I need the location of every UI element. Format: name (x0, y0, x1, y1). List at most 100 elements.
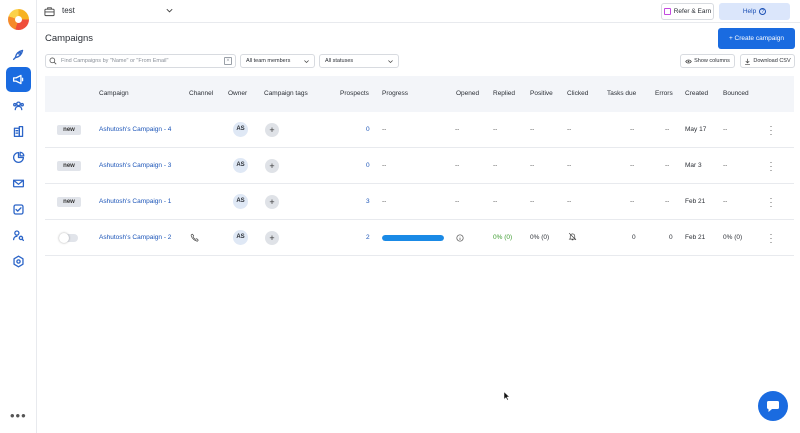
progress-value: -- (382, 126, 387, 133)
col-clicked[interactable]: Clicked (567, 90, 588, 97)
chat-icon (767, 400, 779, 412)
show-columns-button[interactable]: Show columns (680, 54, 735, 68)
bounced-value: 0% (0) (723, 234, 743, 241)
tasks-due-value: 0 (632, 234, 636, 241)
opened-value: -- (455, 126, 460, 133)
help-circle-icon: ? (759, 8, 767, 15)
bounced-value: -- (723, 162, 728, 169)
col-owner[interactable]: Owner (228, 90, 247, 97)
table-row[interactable]: new Ashutosh's Campaign - 1 AS + 3 -- --… (45, 184, 794, 220)
progress-value: -- (382, 198, 387, 205)
errors-value: -- (665, 126, 670, 133)
col-campaign-tags[interactable]: Campaign tags (264, 90, 308, 97)
add-tag-button[interactable]: + (265, 195, 279, 209)
status-badge: new (57, 125, 81, 135)
eye-icon (685, 59, 692, 63)
positive-value: -- (530, 126, 535, 133)
col-prospects[interactable]: Prospects (340, 90, 369, 97)
chat-button[interactable] (758, 391, 788, 421)
errors-value: -- (665, 162, 670, 169)
download-csv-button[interactable]: Download CSV (740, 54, 795, 68)
table-row[interactable]: new Ashutosh's Campaign - 3 AS + 0 -- --… (45, 148, 794, 184)
campaign-name-link[interactable]: Ashutosh's Campaign - 3 (99, 162, 171, 169)
megaphone-icon[interactable] (6, 67, 31, 92)
col-channel[interactable]: Channel (189, 90, 213, 97)
prospects-count[interactable]: 3 (366, 198, 370, 205)
campaign-name-link[interactable]: Ashutosh's Campaign - 2 (99, 234, 171, 241)
search-icon (49, 57, 57, 65)
col-tasks-due[interactable]: Tasks due (607, 90, 636, 97)
statuses-dropdown[interactable]: All statuses (319, 54, 399, 68)
kebab-icon[interactable]: · · · (769, 194, 773, 211)
col-positive[interactable]: Positive (530, 90, 553, 97)
checkbox-icon[interactable] (6, 197, 31, 222)
pie-chart-icon[interactable] (6, 145, 31, 170)
errors-value: -- (665, 198, 670, 205)
building-icon[interactable] (6, 119, 31, 144)
more-icon[interactable]: ••• (10, 408, 27, 423)
search-input[interactable]: Find Campaigns by "Name" or "From Email"… (45, 54, 236, 68)
col-bounced[interactable]: Bounced (723, 90, 749, 97)
add-tag-button[interactable]: + (265, 159, 279, 173)
prospects-count[interactable]: 0 (366, 162, 370, 169)
campaign-toggle[interactable] (59, 233, 78, 243)
rocket-icon[interactable] (6, 42, 31, 67)
mail-icon[interactable] (6, 171, 31, 196)
positive-value: 0% (0) (530, 234, 550, 241)
campaign-name-link[interactable]: Ashutosh's Campaign - 1 (99, 198, 171, 205)
col-opened[interactable]: Opened (456, 90, 479, 97)
clicked-value: -- (567, 198, 572, 205)
kebab-icon[interactable]: · · · (769, 158, 773, 175)
status-badge: new (57, 197, 81, 207)
gift-icon (663, 8, 671, 15)
campaign-name-link[interactable]: Ashutosh's Campaign - 4 (99, 126, 171, 133)
progress-fill (382, 235, 444, 241)
tasks-due-value: -- (630, 162, 635, 169)
refer-earn-button[interactable]: Refer & Earn (661, 3, 714, 20)
kebab-icon[interactable]: · · · (769, 122, 773, 139)
chevron-down-icon (304, 60, 309, 64)
sidebar: ••• (0, 0, 37, 433)
col-replied[interactable]: Replied (493, 90, 515, 97)
table-row[interactable]: Ashutosh's Campaign - 2 AS + 2 0% (0) 0%… (45, 220, 794, 256)
progress-value: -- (382, 162, 387, 169)
avatar: AS (233, 230, 248, 245)
col-campaign[interactable]: Campaign (99, 90, 129, 97)
col-errors[interactable]: Errors (655, 90, 673, 97)
add-tag-button[interactable]: + (265, 123, 279, 137)
briefcase-icon (44, 7, 55, 17)
chevron-down-icon[interactable] (165, 6, 174, 15)
bounced-value: -- (723, 198, 728, 205)
search-placeholder: Find Campaigns by "Name" or "From Email" (61, 57, 169, 64)
kebab-icon[interactable]: · · · (769, 230, 773, 247)
created-date: Feb 21 (685, 198, 706, 205)
logo[interactable] (8, 9, 29, 30)
help-button[interactable]: Help ? (719, 3, 790, 20)
col-progress[interactable]: Progress (382, 90, 408, 97)
replied-value: 0% (0) (493, 234, 513, 241)
create-campaign-button[interactable]: + Create campaign (718, 28, 795, 49)
workspace-name[interactable]: test (62, 6, 75, 15)
settings-hexagon-icon[interactable] (6, 249, 31, 274)
user-search-icon[interactable] (6, 223, 31, 248)
tasks-due-value: -- (630, 198, 635, 205)
status-badge: new (57, 161, 81, 171)
created-date: Feb 21 (685, 234, 706, 241)
top-bar: test Refer & Earn Help ? (37, 0, 800, 23)
avatar: AS (233, 122, 248, 137)
add-tag-button[interactable]: + (265, 231, 279, 245)
table-header (45, 76, 794, 112)
prospects-count[interactable]: 0 (366, 126, 370, 133)
team-members-dropdown[interactable]: All team members (240, 54, 315, 68)
chevron-down-icon (388, 60, 393, 64)
prospects-count[interactable]: 2 (366, 234, 370, 241)
col-created[interactable]: Created (685, 90, 708, 97)
progress-bar (382, 235, 444, 241)
table-row[interactable]: new Ashutosh's Campaign - 4 AS + 0 -- --… (45, 112, 794, 148)
users-icon[interactable] (6, 93, 31, 118)
replied-value: -- (493, 126, 498, 133)
clear-icon[interactable]: × (224, 57, 232, 65)
bounced-value: -- (723, 126, 728, 133)
info-icon[interactable] (456, 234, 464, 242)
clicked-value: -- (567, 162, 572, 169)
